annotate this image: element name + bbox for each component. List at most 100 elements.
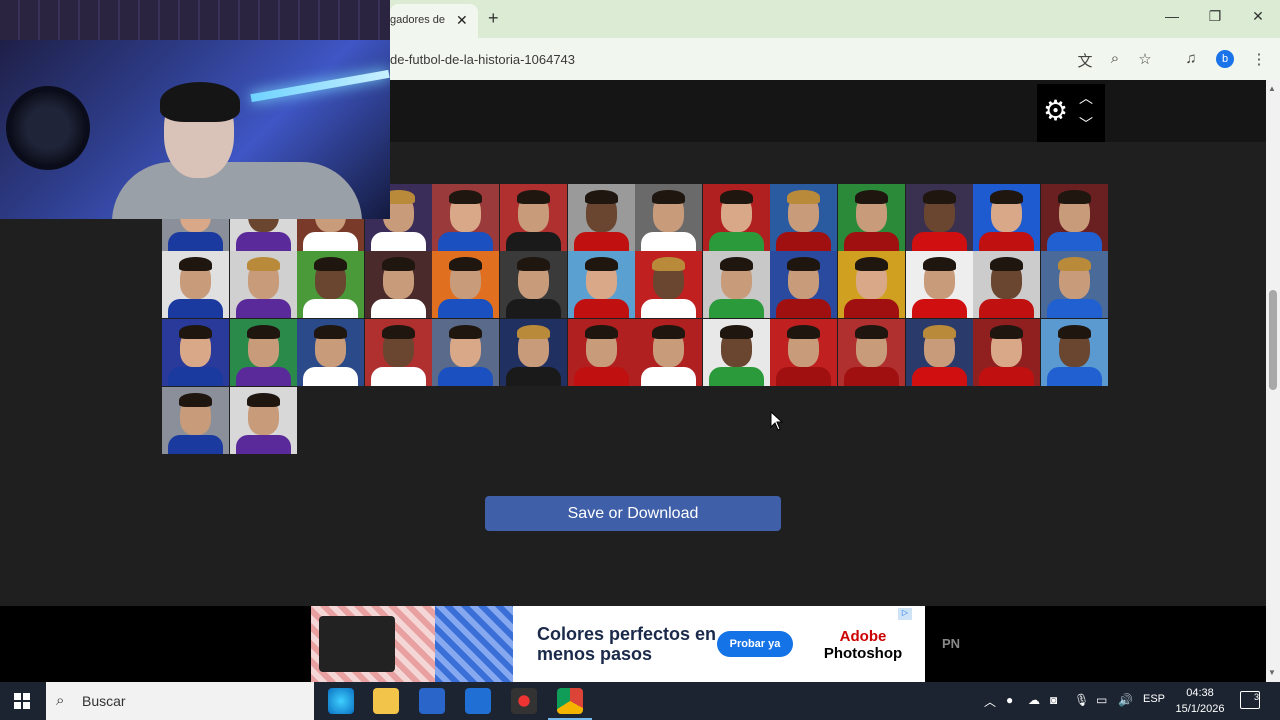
player-photo[interactable] — [567, 184, 635, 251]
player-photo[interactable] — [500, 319, 567, 386]
volume-icon[interactable]: 🔊 — [1118, 693, 1133, 707]
player-photo[interactable] — [702, 319, 770, 386]
player-photo[interactable] — [838, 184, 905, 251]
player-photo[interactable] — [297, 319, 365, 386]
edge-icon[interactable] — [328, 688, 354, 714]
player-hair — [855, 190, 888, 204]
tray-app-icon[interactable]: ● — [1006, 693, 1013, 707]
player-photo[interactable] — [838, 319, 905, 386]
player-photo[interactable] — [635, 251, 703, 318]
player-shirt — [370, 232, 426, 251]
player-photo[interactable] — [770, 184, 838, 251]
player-photo[interactable] — [500, 251, 567, 318]
save-download-button[interactable]: Save or Download — [485, 496, 781, 531]
notifications-icon[interactable]: 3 — [1240, 691, 1260, 709]
translate-icon[interactable]: 文 — [1076, 50, 1094, 71]
tab-close-icon[interactable]: ✕ — [456, 12, 468, 29]
player-photo[interactable] — [162, 387, 229, 454]
language-indicator[interactable]: ESP — [1143, 693, 1165, 705]
file-explorer-icon[interactable] — [373, 688, 399, 714]
menu-icon[interactable]: ⋮ — [1250, 50, 1268, 68]
clock[interactable]: 04:38 15/1/2026 — [1172, 685, 1228, 717]
player-photo[interactable] — [770, 251, 838, 318]
player-photo[interactable] — [635, 319, 703, 386]
player-photo[interactable] — [1040, 251, 1108, 318]
recorder-icon[interactable] — [511, 688, 537, 714]
player-photo[interactable] — [162, 319, 229, 386]
player-photo[interactable] — [567, 319, 635, 386]
network-icon[interactable]: ▭ — [1096, 693, 1107, 707]
url-field[interactable]: de-futbol-de-la-historia-1064743 — [390, 52, 575, 67]
restore-button[interactable]: ❐ — [1205, 8, 1225, 25]
close-window-button[interactable]: ✕ — [1248, 8, 1268, 25]
player-photo[interactable] — [229, 319, 297, 386]
player-photo[interactable] — [229, 251, 297, 318]
adchoices-icon[interactable]: ▷ — [898, 608, 912, 620]
player-photo[interactable] — [973, 251, 1041, 318]
player-photo[interactable] — [1040, 184, 1108, 251]
microphone-icon[interactable]: 🎙 — [1074, 693, 1089, 707]
player-photo[interactable] — [905, 184, 973, 251]
player-hair — [381, 325, 415, 339]
scroll-down-icon[interactable]: ▼ — [1268, 668, 1276, 677]
player-shirt — [641, 299, 697, 318]
player-photo[interactable] — [770, 319, 838, 386]
player-photo[interactable] — [905, 251, 973, 318]
player-photo[interactable] — [432, 251, 500, 318]
screen: gadores de ✕ + — ❐ ✕ de-futbol-de-la-his… — [0, 0, 1280, 720]
zoom-icon[interactable]: ⌕ — [1106, 50, 1124, 67]
ad-banner[interactable]: Colores perfectos en menos pasos Probar … — [311, 606, 925, 682]
tray-cloud-icon[interactable]: ☁ — [1028, 693, 1040, 707]
player-photo[interactable] — [567, 251, 635, 318]
player-hair — [314, 325, 348, 339]
player-photo[interactable] — [1040, 319, 1108, 386]
player-photo[interactable] — [635, 184, 703, 251]
player-hair — [922, 190, 956, 204]
scroll-up-icon[interactable]: ▲ — [1268, 84, 1276, 93]
player-photo[interactable] — [702, 251, 770, 318]
store-icon[interactable] — [419, 688, 445, 714]
player-photo[interactable] — [364, 251, 432, 318]
player-photo[interactable] — [838, 251, 905, 318]
new-tab-button[interactable]: + — [488, 8, 499, 29]
gear-icon[interactable]: ⚙ — [1043, 94, 1068, 127]
bookmark-star-icon[interactable]: ☆ — [1136, 50, 1154, 68]
player-photo[interactable] — [364, 319, 432, 386]
player-hair — [990, 190, 1024, 204]
player-photo[interactable] — [973, 184, 1041, 251]
ad-brand: Adobe Photoshop — [817, 628, 909, 662]
player-photo[interactable] — [432, 184, 500, 251]
windows-start-icon[interactable] — [14, 693, 30, 709]
player-hair — [584, 190, 618, 204]
chevron-down-icon[interactable]: ﹀ — [1079, 114, 1093, 134]
chevron-up-icon[interactable]: ︿ — [1079, 88, 1093, 108]
player-photo[interactable] — [297, 251, 365, 318]
player-photo[interactable] — [162, 251, 229, 318]
player-shirt — [370, 299, 426, 318]
ad-cta-button[interactable]: Probar ya — [717, 631, 793, 657]
profile-avatar[interactable]: b — [1216, 50, 1234, 68]
player-photo[interactable] — [702, 184, 770, 251]
minimize-button[interactable]: — — [1162, 8, 1182, 24]
player-shirt — [506, 367, 561, 386]
mouse-cursor-icon — [770, 411, 784, 431]
page-scrollbar[interactable]: ▲ ▼ — [1266, 80, 1280, 682]
player-shirt — [979, 367, 1035, 386]
player-hair — [1057, 325, 1091, 339]
media-icon[interactable]: ♫ — [1182, 50, 1200, 67]
player-hair — [719, 190, 753, 204]
outlook-icon[interactable] — [465, 688, 491, 714]
browser-tab[interactable]: gadores de ✕ — [390, 4, 478, 38]
player-photo[interactable] — [905, 319, 973, 386]
taskbar-search[interactable]: ⌕ Buscar — [46, 682, 314, 720]
chrome-icon[interactable] — [557, 688, 583, 714]
player-photo[interactable] — [229, 387, 297, 454]
player-photo[interactable] — [500, 184, 567, 251]
player-hair — [922, 257, 956, 271]
tray-camera-icon[interactable]: ◙ — [1050, 693, 1057, 707]
player-photo[interactable] — [432, 319, 500, 386]
scroll-thumb[interactable] — [1269, 290, 1277, 390]
tray-chevron-icon[interactable]: ︿ — [984, 693, 996, 710]
clock-date: 15/1/2026 — [1175, 703, 1225, 715]
player-photo[interactable] — [973, 319, 1041, 386]
